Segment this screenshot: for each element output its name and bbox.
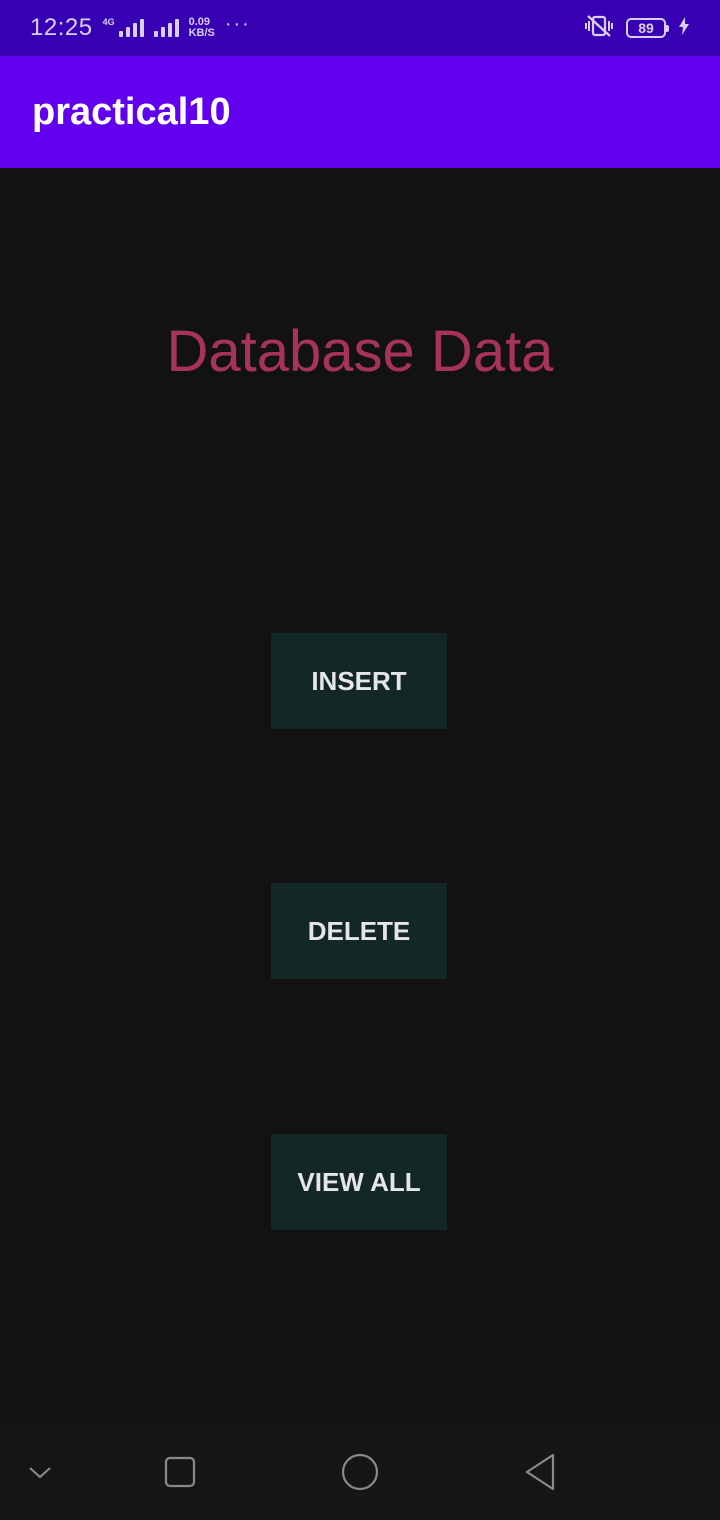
page-heading: Database Data [166,319,554,384]
navigation-bar [0,1424,720,1520]
charging-icon [678,16,690,40]
signal-icon [118,19,144,37]
vibrate-icon [584,14,614,43]
app-bar: practical10 [0,56,720,168]
app-title: practical10 [32,90,231,133]
more-notifications: ··· [224,12,251,35]
recents-icon[interactable] [156,1424,204,1520]
back-icon[interactable] [516,1424,564,1520]
status-bar: 12:25 4G 0.09 KB/S ··· 89 [0,0,720,56]
status-right: 89 [584,14,690,43]
network-type: 4G [102,16,115,27]
signal-icon [153,19,179,37]
status-left: 12:25 4G 0.09 KB/S ··· [30,12,251,42]
insert-button[interactable]: INSERT [271,633,447,729]
view-all-button[interactable]: VIEW ALL [271,1134,447,1230]
chevron-down-icon[interactable] [16,1424,64,1520]
speed-unit: KB/S [188,27,215,39]
clock: 12:25 [30,14,93,41]
delete-button[interactable]: DELETE [271,883,447,979]
home-icon[interactable] [336,1424,384,1520]
battery-level: 89 [638,20,654,36]
network-speed: 0.09 KB/S [189,17,215,39]
battery-icon: 89 [626,18,669,38]
